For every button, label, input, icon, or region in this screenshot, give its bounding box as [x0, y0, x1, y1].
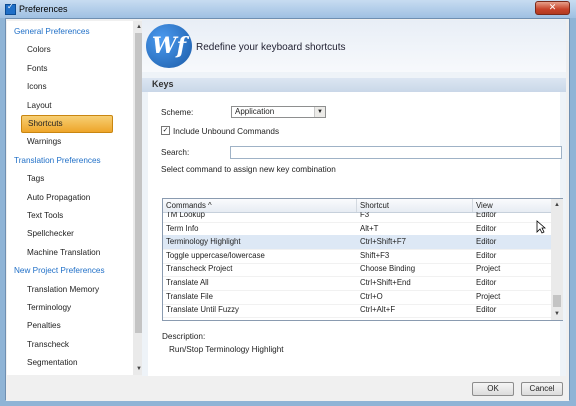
cell-command: Translate File [166, 291, 213, 301]
section-header: Keys [142, 78, 566, 92]
app-icon [5, 2, 16, 15]
mouse-cursor-icon [536, 220, 546, 234]
sidebar-item-colors[interactable]: Colors [27, 41, 51, 59]
cell-shortcut: Ctrl+Shift+End [360, 278, 411, 287]
cell-view: Project [476, 291, 501, 301]
shortcuts-panel: Scheme: Application ▼ ✓ Include Unbound … [148, 92, 563, 376]
cell-shortcut: Ctrl+Alt+F [360, 305, 396, 315]
header-title: Redefine your keyboard shortcuts [196, 42, 346, 53]
sidebar-item-machine-translation[interactable]: Machine Translation [27, 244, 100, 262]
sidebar-group-translation-preferences[interactable]: Translation Preferences [14, 152, 101, 170]
table-scrollbar[interactable]: ▲ ▼ [551, 199, 563, 320]
search-label: Search: [161, 148, 190, 157]
scrollbar-thumb[interactable] [553, 295, 561, 307]
sidebar-group-general-preferences[interactable]: General Preferences [14, 23, 90, 41]
cell-command: Terminology Highlight [166, 237, 241, 247]
cell-shortcut: Ctrl+Shift+Page Down [357, 317, 473, 320]
cell-command: Translate Until Fuzzy [166, 305, 239, 315]
cell-view: Editor [473, 317, 551, 320]
column-shortcut[interactable]: Shortcut [357, 199, 473, 212]
cancel-button[interactable]: Cancel [521, 382, 563, 396]
include-unbound-checkbox[interactable]: ✓ [161, 126, 170, 135]
scheme-select[interactable]: Application ▼ [231, 106, 326, 118]
sidebar-item-transcheck[interactable]: Transcheck [27, 336, 69, 354]
scroll-down-icon[interactable]: ▼ [551, 308, 563, 320]
cell-shortcut: Shift+F3 [360, 250, 390, 260]
section-title: Keys [152, 79, 174, 89]
cell-shortcut: Ctrl+Shift+F7 [360, 237, 406, 247]
cell-command: Toggle uppercase/lowercase [166, 250, 265, 260]
cell-command: Translate All [166, 278, 209, 287]
scheme-value: Application [235, 107, 275, 116]
instruction-text: Select command to assign new key combina… [161, 165, 336, 174]
close-button[interactable]: ✕ [535, 1, 570, 15]
window-title: Preferences [19, 4, 68, 14]
column-view[interactable]: View [473, 199, 551, 212]
cell-view: Editor [476, 278, 497, 287]
sidebar-item-icons[interactable]: Icons [27, 78, 47, 96]
cell-shortcut: Ctrl+O [360, 291, 383, 301]
scroll-up-icon[interactable]: ▲ [551, 199, 563, 211]
chevron-down-icon[interactable]: ▼ [314, 107, 325, 117]
cell-view: Editor [476, 305, 497, 315]
preferences-window: Preferences ✕ General PreferencesColorsF… [0, 0, 576, 406]
sidebar-item-shortcuts[interactable]: Shortcuts [21, 115, 113, 133]
search-input[interactable] [230, 146, 562, 159]
cell-view: Project [476, 264, 501, 274]
header: Wf Redefine your keyboard shortcuts [142, 20, 566, 72]
button-bar: OK Cancel [6, 377, 569, 401]
table-header: Commands ^ Shortcut View [163, 199, 551, 213]
cell-view: Editor [476, 250, 497, 260]
content-pane: Wf Redefine your keyboard shortcuts Keys… [142, 20, 566, 376]
cell-shortcut: Choose Binding [360, 264, 416, 274]
column-commands[interactable]: Commands ^ [163, 199, 357, 212]
title-bar: Preferences ✕ [0, 0, 576, 18]
sidebar-item-text-tools[interactable]: Text Tools [27, 207, 63, 225]
cell-command: Transcheck Project [166, 264, 233, 274]
wf-logo-icon: Wf [146, 24, 192, 68]
description-text: Run/Stop Terminology Highlight [169, 345, 284, 354]
table-row[interactable]: Translate Until No MatchCtrl+Shift+Page … [163, 317, 551, 320]
table-body: TM Lookup F3 Editor Term Info Alt+T Editor Ter… [163, 212, 551, 320]
sidebar-item-terminology[interactable]: Terminology [27, 299, 71, 317]
cell-command: Term Info [166, 223, 199, 233]
cell-shortcut: Alt+T [360, 223, 379, 233]
cell-command: TM Lookup [166, 212, 206, 219]
sidebar-item-tags[interactable]: Tags [27, 170, 44, 188]
commands-table: Commands ^ Shortcut View TM Lookup F3 Edit… [162, 198, 563, 321]
sidebar-item-warnings[interactable]: Warnings [27, 133, 61, 151]
sidebar: General Preferences Colors Fonts Icons Layou… [7, 21, 147, 375]
sidebar-group-new-project-preferences[interactable]: New Project Preferences [14, 262, 105, 280]
cell-command: Translate Until No Match [163, 317, 357, 320]
cell-shortcut: F3 [360, 212, 370, 219]
sidebar-list: General Preferences Colors Fonts Icons Layou… [7, 21, 133, 375]
sidebar-item-translation-memory[interactable]: Translation Memory [27, 281, 99, 299]
dialog-frame: General Preferences Colors Fonts Icons Layou… [5, 18, 570, 401]
sidebar-item-layout[interactable]: Layout [27, 97, 52, 115]
sidebar-item-spellchecker[interactable]: Spellchecker [27, 225, 74, 243]
sidebar-item-auto-propagation[interactable]: Auto Propagation [27, 189, 90, 207]
include-unbound-label: Include Unbound Commands [173, 127, 280, 136]
cell-view: Editor [476, 237, 497, 247]
ok-button[interactable]: OK [472, 382, 514, 396]
sidebar-item-fonts[interactable]: Fonts [27, 60, 47, 78]
sidebar-item-penalties[interactable]: Penalties [27, 317, 61, 335]
description-title: Description: [162, 332, 206, 341]
sidebar-item-segmentation[interactable]: Segmentation [27, 354, 78, 372]
scheme-label: Scheme: [161, 108, 194, 117]
